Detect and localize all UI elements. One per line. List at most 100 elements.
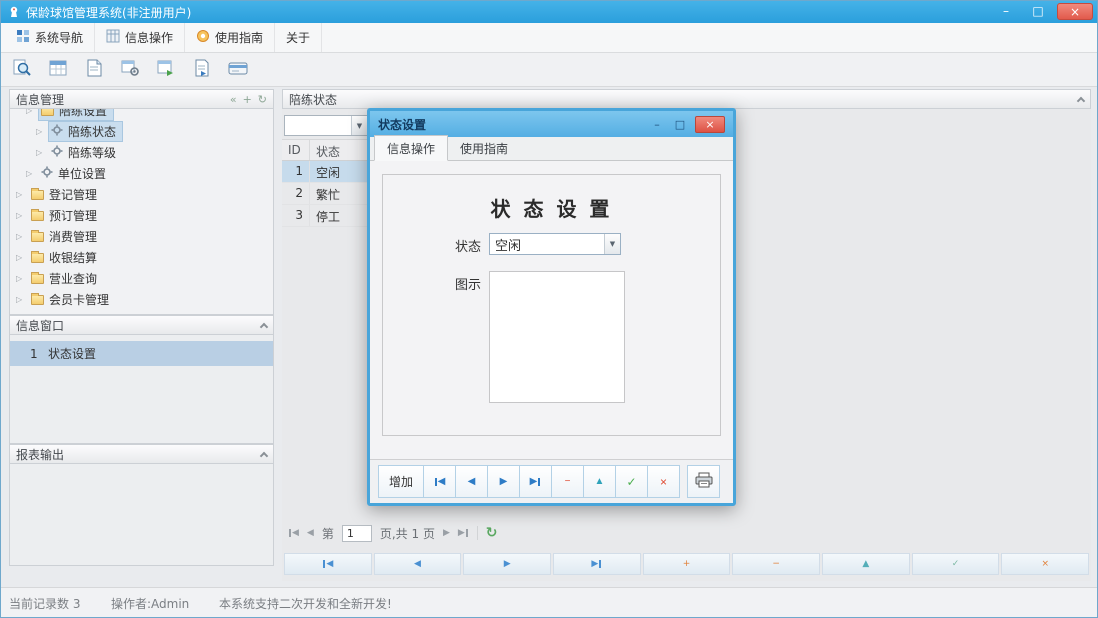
dialog-edit-button[interactable]: ▲ (583, 465, 616, 498)
menu-item-info-ops[interactable]: 信息操作 (95, 23, 185, 52)
refresh-icon[interactable]: ↻ (486, 525, 498, 541)
report-button[interactable] (189, 57, 215, 83)
tree-item-danwei-shezhi[interactable]: ▷ 单位设置 (10, 163, 273, 184)
add-button[interactable]: 增加 (378, 465, 424, 498)
dialog-confirm-button[interactable]: ✓ (615, 465, 648, 498)
statusbar: 当前记录数 3 操作者:Admin 本系统支持二次开发和全新开发! (1, 587, 1097, 617)
tab-guide[interactable]: 使用指南 (448, 136, 520, 160)
grid-view-button[interactable] (45, 57, 71, 83)
dialog-delete-button[interactable]: − (551, 465, 584, 498)
record-delete-button[interactable]: − (732, 553, 820, 575)
expander-icon[interactable]: ▷ (16, 232, 29, 241)
status-groupbox: 状 态 设 置 状态 空闲 ▼ 图示 (382, 174, 721, 436)
record-edit-button[interactable]: ▲ (822, 553, 910, 575)
new-document-button[interactable] (81, 57, 107, 83)
maximize-button[interactable]: □ (1025, 3, 1051, 20)
tree-item-yingye-chaxun[interactable]: ▷ 营业查询 (10, 268, 273, 289)
expander-icon[interactable]: ▷ (36, 127, 49, 136)
page-prefix: 第 (322, 525, 334, 542)
folder-icon (31, 190, 44, 200)
report-output-panel-header[interactable]: 报表输出 (9, 444, 274, 464)
tree-item-peilian-zhuangtai[interactable]: ▷ 陪练状态 (10, 121, 273, 142)
tree-item-yuding-guanli[interactable]: ▷ 预订管理 (10, 205, 273, 226)
record-prev-button[interactable]: ◀ (374, 553, 462, 575)
dialog-prev-button[interactable]: ◀ (455, 465, 488, 498)
info-window-item[interactable]: 1 状态设置 (10, 341, 273, 366)
main-panel-header[interactable]: 陪练状态 (282, 89, 1091, 109)
expander-icon[interactable]: ▷ (16, 190, 29, 199)
page-prev-button[interactable]: ◀ (307, 528, 314, 538)
minimize-button[interactable]: – (993, 3, 1019, 20)
record-post-button[interactable]: ✓ (912, 553, 1000, 575)
info-window-panel-header[interactable]: 信息窗口 (9, 315, 274, 335)
page-suffix: 页,共 1 页 (380, 525, 435, 542)
record-last-button[interactable]: ▶ (553, 553, 641, 575)
card-icon (227, 58, 249, 81)
export-table-button[interactable] (153, 57, 179, 83)
tree-item-xiaofei-guanli[interactable]: ▷ 消费管理 (10, 226, 273, 247)
dialog-print-button[interactable] (687, 465, 720, 498)
app-window: 保龄球馆管理系统(非注册用户) – □ × 系统导航 信息操作 使用指南 关于 (0, 0, 1098, 618)
expander-icon[interactable]: ▷ (36, 148, 49, 157)
page-number-input[interactable] (342, 525, 372, 542)
dialog-title: 状态设置 (378, 116, 649, 133)
report-output-title: 报表输出 (16, 446, 261, 463)
dialog-first-button[interactable]: ◀ (423, 465, 456, 498)
menu-item-system-nav[interactable]: 系统导航 (5, 23, 95, 52)
search-button[interactable] (9, 57, 35, 83)
filter-combobox[interactable]: ▼ (284, 115, 368, 136)
expander-icon[interactable]: ▷ (26, 109, 39, 115)
dialog-minimize-button[interactable]: – (649, 117, 665, 132)
menu-item-about[interactable]: 关于 (275, 23, 322, 52)
refresh-tree-icon[interactable]: ↻ (258, 93, 267, 106)
dialog-next-button[interactable]: ▶ (487, 465, 520, 498)
expander-icon[interactable]: ▷ (26, 169, 39, 178)
page-first-button[interactable]: ◀ (288, 528, 299, 538)
expander-icon[interactable]: ▷ (16, 211, 29, 220)
tree-item-peilian-dengji[interactable]: ▷ 陪练等级 (10, 142, 273, 163)
sidebar: 信息管理 « + ↻ ▷ 陪练设置 ▷ 陪练状态 ▷ 陪练等级 (9, 89, 274, 566)
dialog-maximize-button[interactable]: □ (672, 117, 688, 132)
dialog-cancel-button[interactable]: × (647, 465, 680, 498)
tab-info-ops[interactable]: 信息操作 (374, 135, 448, 161)
document-icon (84, 58, 104, 81)
record-add-button[interactable]: + (643, 553, 731, 575)
chevron-up-icon[interactable] (260, 451, 268, 459)
form-heading: 状 态 设 置 (383, 193, 720, 222)
dialog-last-button[interactable]: ▶ (519, 465, 552, 498)
record-cancel-button[interactable]: × (1001, 553, 1089, 575)
dialog-tabs: 信息操作 使用指南 (370, 137, 733, 161)
info-management-title: 信息管理 (16, 91, 230, 108)
expander-icon[interactable]: ▷ (16, 274, 29, 283)
pager: ◀ ◀ 第 页,共 1 页 ▶ ▶ ↻ (284, 521, 1089, 545)
tree-item-peilian-shezhi[interactable]: ▷ 陪练设置 (10, 109, 273, 121)
chevron-up-icon[interactable] (1077, 96, 1085, 104)
status-combobox[interactable]: 空闲 ▼ (489, 233, 621, 255)
dialog-body: 状 态 设 置 状态 空闲 ▼ 图示 (370, 161, 733, 459)
info-management-panel-header[interactable]: 信息管理 « + ↻ (9, 89, 274, 109)
tree-item-huiyuanka-guanli[interactable]: ▷ 会员卡管理 (10, 289, 273, 310)
record-next-button[interactable]: ▶ (463, 553, 551, 575)
navigation-tree: ▷ 陪练设置 ▷ 陪练状态 ▷ 陪练等级 ▷ 单位设置 ▷ (9, 109, 274, 315)
status-combobox-value: 空闲 (490, 235, 604, 254)
expander-icon[interactable]: ▷ (16, 295, 29, 304)
expander-icon[interactable]: ▷ (16, 253, 29, 262)
settings-button[interactable] (117, 57, 143, 83)
add-node-icon[interactable]: + (243, 93, 252, 106)
tree-item-dengji-guanli[interactable]: ▷ 登记管理 (10, 184, 273, 205)
page-next-button[interactable]: ▶ (443, 528, 450, 538)
record-first-button[interactable]: ◀ (284, 553, 372, 575)
column-header-id[interactable]: ID (282, 140, 310, 160)
page-last-button[interactable]: ▶ (458, 528, 469, 538)
dialog-close-button[interactable]: × (695, 116, 725, 133)
dialog-toolbar: 增加 ◀ ◀ ▶ ▶ − ▲ ✓ × (370, 459, 733, 503)
menu-item-guide[interactable]: 使用指南 (185, 23, 275, 52)
dropdown-arrow-icon[interactable]: ▼ (604, 234, 620, 254)
collapse-sidebar-icon[interactable]: « (230, 93, 237, 106)
tree-item-shouyin-jiesuan[interactable]: ▷ 收银结算 (10, 247, 273, 268)
print-card-button[interactable] (225, 57, 251, 83)
dropdown-arrow-icon[interactable]: ▼ (351, 116, 367, 135)
chevron-up-icon[interactable] (260, 322, 268, 330)
close-button[interactable]: × (1057, 3, 1093, 20)
info-ops-icon (106, 29, 120, 46)
